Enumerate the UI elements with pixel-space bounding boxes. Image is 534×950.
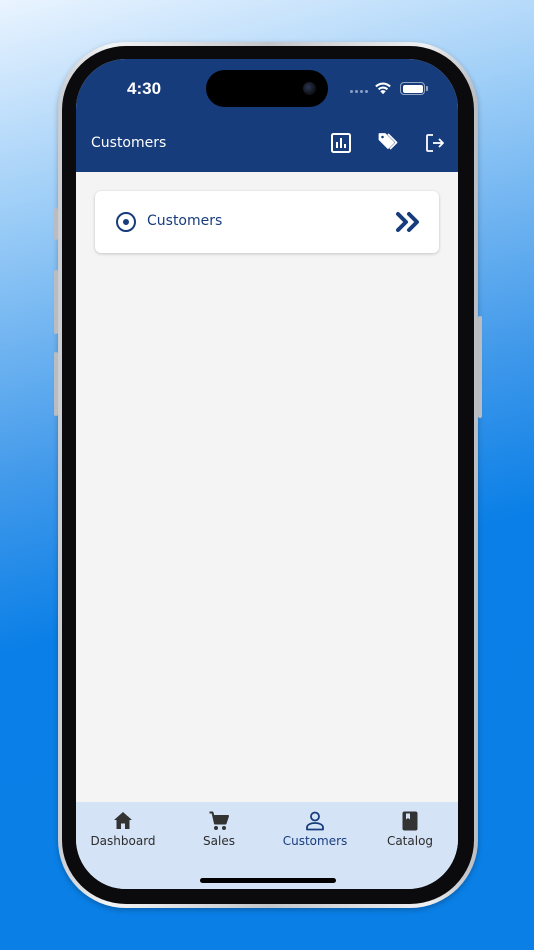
nav-item-catalog[interactable]: Catalog: [365, 810, 455, 848]
tags-button[interactable]: [376, 131, 400, 155]
nav-label-catalog: Catalog: [386, 834, 434, 848]
nav-item-customers[interactable]: Customers: [270, 810, 360, 848]
app-bar: 4:30 Customers: [76, 59, 458, 172]
wifi-icon: [375, 82, 391, 95]
nav-label-sales: Sales: [203, 834, 235, 848]
customers-card[interactable]: Customers: [95, 191, 439, 253]
home-indicator[interactable]: [200, 878, 336, 883]
tags-icon: [378, 133, 398, 150]
nav-item-dashboard[interactable]: Dashboard: [78, 810, 168, 848]
reports-button[interactable]: [329, 131, 353, 155]
cart-icon: [209, 811, 229, 830]
card-label: Customers: [147, 213, 223, 229]
dynamic-island: [206, 70, 328, 107]
double-chevron-right-icon: [396, 212, 419, 232]
book-icon: [402, 811, 418, 831]
battery-icon: [400, 82, 428, 95]
home-icon: [114, 812, 132, 829]
status-time: 4:30: [127, 79, 162, 98]
nav-label-dashboard: Dashboard: [90, 834, 156, 848]
nav-label-customers: Customers: [282, 834, 348, 848]
bottom-nav: Dashboard Sales Customers Catalog: [76, 802, 458, 889]
page-title: Customers: [91, 135, 167, 151]
app-screen: 4:30 Customers Customers Dashboard Sales…: [76, 59, 458, 889]
action-button-hw: [54, 208, 58, 240]
bar-chart-icon: [331, 133, 351, 153]
logout-button[interactable]: [423, 131, 447, 155]
power-button-hw: [478, 316, 482, 418]
volume-down-button-hw: [54, 352, 58, 416]
cellular-signal-icon: [350, 90, 368, 93]
nav-item-sales[interactable]: Sales: [174, 810, 264, 848]
person-icon: [306, 811, 324, 831]
radio-selected-icon: [116, 212, 136, 232]
camera-icon: [303, 82, 316, 95]
volume-up-button-hw: [54, 270, 58, 334]
logout-icon: [426, 134, 444, 152]
